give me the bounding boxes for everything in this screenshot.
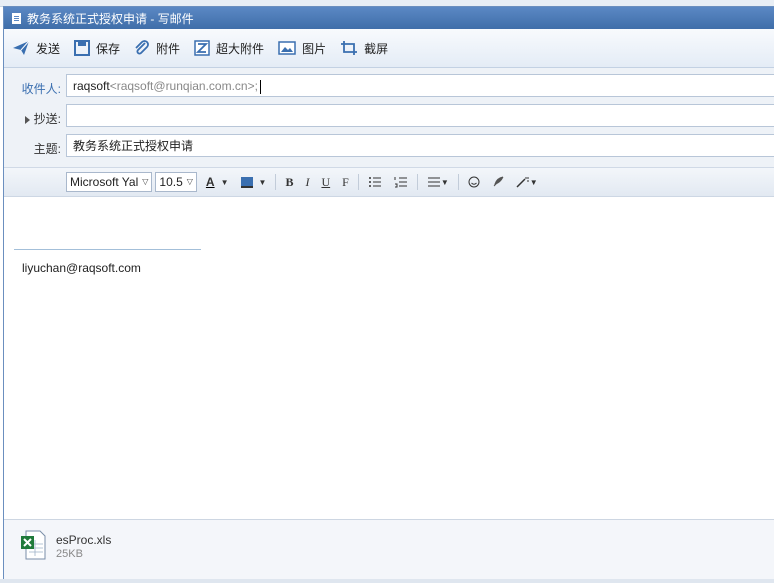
send-button[interactable]: 发送 [12,40,60,57]
cc-field[interactable] [66,104,774,127]
numbered-list-icon [394,177,407,188]
large-attach-label: 超大附件 [216,41,265,56]
align-icon [427,177,440,187]
magic-wand-button[interactable]: ▼ [516,176,538,188]
format-toolbar: Microsoft Yal ▽ 10.5 ▽ A ▼ ▼ B I U F ▼ ▼ [4,168,774,197]
to-label[interactable]: 收件人: [4,80,61,97]
chevron-down-icon: ▽ [186,177,193,186]
bullet-list-button[interactable] [368,176,382,188]
screenshot-button[interactable]: 截屏 [340,40,388,57]
signature-divider [14,249,201,250]
paperclip-icon [135,40,149,55]
compose-window: 教务系统正式授权申请 - 写邮件 发送 保存 附件 超大附件 图片 截屏 收件人… [3,6,774,582]
message-body[interactable]: liyuchan@raqsoft.com [4,197,774,505]
highlight-color-button[interactable]: ▼ [240,176,267,188]
save-icon [74,40,91,56]
divider [275,174,277,190]
large-attach-button[interactable]: 超大附件 [194,40,264,57]
text-caret [259,79,261,94]
cc-toggle[interactable]: 抄送: [4,110,61,127]
attach-button[interactable]: 附件 [134,40,180,57]
header-fields: 收件人: raqsoft<raqsoft@runqian.com.cn>; 抄送… [4,68,774,168]
smiley-icon [468,176,480,188]
chevron-down-icon: ▼ [220,177,229,187]
bullet-list-icon [368,177,381,187]
save-label: 保存 [96,41,121,56]
window-title: 教务系统正式授权申请 - 写邮件 [27,11,194,26]
image-label: 图片 [302,41,327,56]
to-row: 收件人: raqsoft<raqsoft@runqian.com.cn>; [4,74,774,101]
font-color-button[interactable]: A ▼ [206,175,229,189]
attachment-size: 25KB [56,548,83,560]
feather-icon [493,176,504,187]
bold-button[interactable]: B [285,175,293,190]
sticker-button[interactable] [492,176,504,188]
image-button[interactable]: 图片 [278,40,326,57]
highlight-icon [240,176,253,188]
divider [416,174,418,190]
large-attach-icon [194,40,210,56]
font-color-icon: A [205,175,215,189]
emoji-button[interactable] [468,176,480,188]
chevron-down-icon: ▼ [440,177,449,187]
font-size-select[interactable]: 10.5 ▽ [155,172,197,192]
subject-label: 主题: [33,142,61,156]
chevron-down-icon: ▼ [258,177,267,187]
toolbar: 发送 保存 附件 超大附件 图片 截屏 [4,29,774,68]
expand-arrow-icon [24,115,30,124]
screenshot-label: 截屏 [364,41,389,56]
divider [457,174,459,190]
strikethrough-button[interactable]: F [342,175,349,190]
subject-field[interactable]: 教务系统正式授权申请 [66,134,774,157]
recipient-address: <raqsoft@runqian.com.cn>; [109,79,258,93]
attachment-area: esProc.xls 25KB [4,519,774,581]
to-field[interactable]: raqsoft<raqsoft@runqian.com.cn>; [66,74,774,97]
chevron-down-icon: ▽ [142,177,149,186]
send-label: 发送 [36,41,61,56]
screenshot-icon [341,41,358,55]
subject-row: 主题: 教务系统正式授权申请 [4,134,774,161]
divider [357,174,359,190]
title-bar: 教务系统正式授权申请 - 写邮件 [4,7,774,29]
align-button[interactable]: ▼ [427,176,449,188]
font-value: Microsoft Yal [70,175,139,189]
send-icon [13,40,30,55]
signature-text: liyuchan@raqsoft.com [22,261,141,275]
italic-button[interactable]: I [305,175,309,190]
font-size-value: 10.5 [159,175,183,189]
attachment-name[interactable]: esProc.xls [56,533,111,547]
chevron-down-icon: ▼ [529,177,538,187]
underline-button[interactable]: U [321,175,330,190]
cc-row: 抄送: [4,104,774,131]
image-icon [278,41,296,55]
excel-icon[interactable] [20,530,46,560]
font-select[interactable]: Microsoft Yal ▽ [66,172,153,192]
document-icon [12,12,21,24]
save-button[interactable]: 保存 [74,40,120,57]
recipient-name: raqsoft [73,79,110,93]
cc-label: 抄送: [33,112,61,126]
bottom-strip [0,579,774,583]
magic-wand-icon [516,177,529,188]
attach-label: 附件 [156,41,181,56]
numbered-list-button[interactable] [394,176,408,188]
